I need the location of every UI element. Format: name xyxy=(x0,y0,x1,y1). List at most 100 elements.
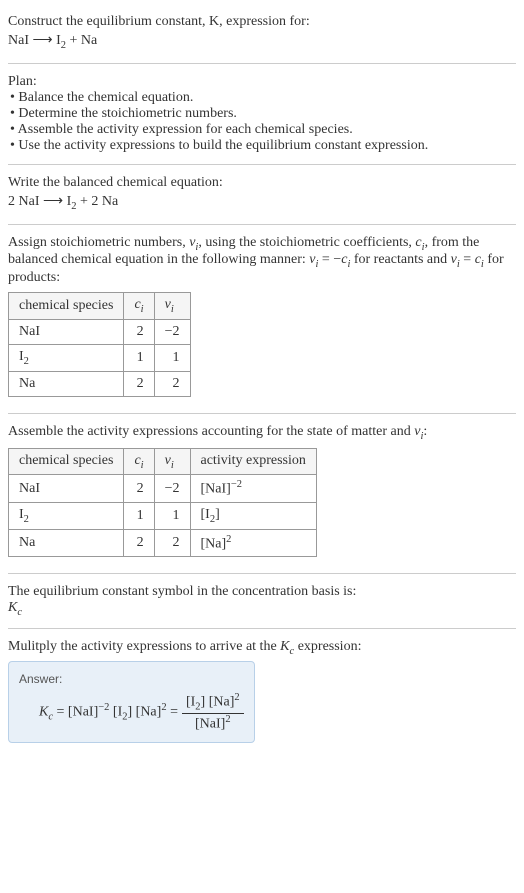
table-cell: I2 xyxy=(9,344,124,371)
kc-symbol: Kc xyxy=(8,600,516,618)
term: ] [Na] xyxy=(201,695,235,710)
text-part: = xyxy=(460,252,475,267)
text-part: Assign stoichiometric numbers, xyxy=(8,235,189,250)
plan-bullet: • Balance the chemical equation. xyxy=(8,90,516,106)
table-cell: Na xyxy=(9,371,124,396)
symbol-section: The equilibrium constant symbol in the c… xyxy=(8,578,516,624)
table-row: I2 1 1 xyxy=(9,344,191,371)
table-header-row: chemical species ci νi activity expressi… xyxy=(9,448,317,475)
table-row: Na 2 2 xyxy=(9,371,191,396)
divider xyxy=(8,164,516,165)
text-part: = − xyxy=(318,252,341,267)
superscript: −2 xyxy=(231,479,242,490)
table-cell: 2 xyxy=(124,529,154,557)
answer-formula: Kc = [NaI]−2 [I2] [Na]2 = [I2] [Na]2 [Na… xyxy=(19,692,244,732)
table-header: νi xyxy=(154,293,190,320)
assemble-text: Assemble the activity expressions accoun… xyxy=(8,424,516,442)
k-symbol: K xyxy=(39,705,48,720)
subscript: 2 xyxy=(24,514,29,525)
subscript: i xyxy=(141,304,144,315)
arrow-icon: ⟶ xyxy=(33,33,53,48)
divider xyxy=(8,628,516,629)
equals: = xyxy=(53,705,68,720)
table-header: ci xyxy=(124,448,154,475)
table-header: activity expression xyxy=(190,448,316,475)
table-cell: 1 xyxy=(154,344,190,371)
table-header: ci xyxy=(124,293,154,320)
divider xyxy=(8,573,516,574)
term: [I xyxy=(186,695,195,710)
text-part: for reactants and xyxy=(350,252,450,267)
fraction: [I2] [Na]2 [NaI]2 xyxy=(182,692,244,732)
answer-box: Answer: Kc = [NaI]−2 [I2] [Na]2 = [I2] [… xyxy=(8,661,255,743)
plan-bullet: • Assemble the activity expression for e… xyxy=(8,122,516,138)
subscript: i xyxy=(171,459,174,470)
subscript: i xyxy=(171,304,174,315)
subscript: c xyxy=(17,607,22,618)
table-row: NaI 2 −2 xyxy=(9,319,191,344)
answer-label: Answer: xyxy=(19,672,244,686)
table-row: I2 1 1 [I2] xyxy=(9,503,317,530)
table-cell: −2 xyxy=(154,319,190,344)
expr: [NaI] xyxy=(201,482,231,497)
table-cell: I2 xyxy=(9,503,124,530)
table-cell: 2 xyxy=(154,371,190,396)
superscript: 2 xyxy=(225,714,230,725)
table-cell: 2 xyxy=(124,319,154,344)
plan-section: Plan: • Balance the chemical equation. •… xyxy=(8,68,516,160)
multiply-text: Mulitply the activity expressions to arr… xyxy=(8,639,516,657)
symbol-text: The equilibrium constant symbol in the c… xyxy=(8,584,516,600)
table-cell: 1 xyxy=(154,503,190,530)
text-part: Assemble the activity expressions accoun… xyxy=(8,424,414,439)
term: [I xyxy=(109,705,122,720)
plan-bullet: • Determine the stoichiometric numbers. xyxy=(8,106,516,122)
text-part: Mulitply the activity expressions to arr… xyxy=(8,639,280,654)
subscript: i xyxy=(141,459,144,470)
balanced-section: Write the balanced chemical equation: 2 … xyxy=(8,169,516,220)
table-cell: [NaI]−2 xyxy=(190,475,316,503)
equals: = xyxy=(167,705,178,720)
kc-lhs: Kc = [NaI]−2 [I2] [Na]2 = xyxy=(39,702,178,722)
plan-title: Plan: xyxy=(8,74,516,90)
table-cell: −2 xyxy=(154,475,190,503)
text-part: : xyxy=(423,424,427,439)
subscript: 2 xyxy=(24,356,29,367)
superscript: 2 xyxy=(226,534,231,545)
plan-bullet: • Use the activity expressions to build … xyxy=(8,138,516,154)
table-cell: [Na]2 xyxy=(190,529,316,557)
expr: ] xyxy=(215,507,220,522)
table-cell: 2 xyxy=(124,475,154,503)
table-cell: [I2] xyxy=(190,503,316,530)
table-row: Na 2 2 [Na]2 xyxy=(9,529,317,557)
table-cell: 2 xyxy=(124,371,154,396)
table-header: chemical species xyxy=(9,448,124,475)
table-cell: 1 xyxy=(124,503,154,530)
balanced-title: Write the balanced chemical equation: xyxy=(8,175,516,191)
arrow-icon: ⟶ xyxy=(43,194,63,209)
stoich-text: Assign stoichiometric numbers, νi, using… xyxy=(8,235,516,287)
text-part: expression: xyxy=(294,639,361,654)
intro-text: Construct the equilibrium constant, K, e… xyxy=(8,14,310,29)
term: [NaI] xyxy=(195,716,225,731)
table-row: NaI 2 −2 [NaI]−2 xyxy=(9,475,317,503)
expr: [I xyxy=(201,507,210,522)
intro-equation: NaI ⟶ I2 + Na xyxy=(8,30,516,53)
assemble-section: Assemble the activity expressions accoun… xyxy=(8,418,516,570)
k-symbol: K xyxy=(8,600,17,615)
table-cell: 2 xyxy=(154,529,190,557)
table-cell: NaI xyxy=(9,319,124,344)
table-header: chemical species xyxy=(9,293,124,320)
fraction-numerator: [I2] [Na]2 xyxy=(182,692,244,713)
eq-lhs: NaI xyxy=(8,33,29,48)
multiply-section: Mulitply the activity expressions to arr… xyxy=(8,633,516,749)
table-header: νi xyxy=(154,448,190,475)
text-part: , using the stoichiometric coefficients, xyxy=(198,235,415,250)
k-symbol: K xyxy=(280,639,289,654)
stoich-section: Assign stoichiometric numbers, νi , using… xyxy=(8,229,516,409)
eq-rhs-tail: + Na xyxy=(66,33,97,48)
table-cell: 1 xyxy=(124,344,154,371)
term: [NaI] xyxy=(68,705,98,720)
eq-lhs: 2 NaI xyxy=(8,194,40,209)
fraction-denominator: [NaI]2 xyxy=(182,714,244,733)
activity-table: chemical species ci νi activity expressi… xyxy=(8,448,317,558)
